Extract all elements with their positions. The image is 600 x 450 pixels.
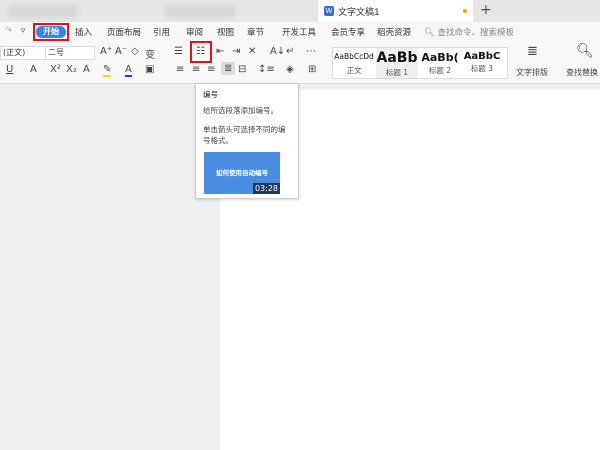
menu-insert[interactable]: 插入	[75, 26, 92, 38]
shading-icon[interactable]: ◈	[286, 64, 294, 75]
ribbon: (正文) 二号 A⁺ A⁻ ◇ 变 U A X² X₂ A ✎ A ▣ ☰ ☷ …	[0, 42, 600, 84]
menu-section[interactable]: 章节	[247, 26, 264, 38]
highlight-icon[interactable]: ✎	[103, 64, 112, 77]
font-size: 二号	[48, 48, 64, 57]
numbering-tooltip: 编号 给所选段落添加编号。 单击箭头可选择不同的编号格式。 如何使用自动编号 0…	[195, 83, 299, 199]
start-label: 开始	[36, 26, 66, 38]
menu-start[interactable]: 开始	[33, 23, 69, 41]
style-label: 正文	[346, 66, 362, 75]
tab-bar: W 文字文稿1 +	[0, 0, 600, 22]
font-color-icon[interactable]: A	[125, 64, 132, 77]
phonetic-icon[interactable]: 变	[145, 46, 155, 61]
superscript-icon[interactable]: X²	[50, 64, 61, 75]
tab-blurred[interactable]	[8, 4, 78, 18]
text-effect-icon[interactable]: A	[83, 64, 90, 75]
tabs-icon[interactable]: ⋯	[306, 46, 316, 57]
distribute-icon[interactable]: ⊟	[238, 64, 246, 75]
menu-bar: ↷ ▿ 插入 页面布局 引用 审阅 视图 章节 开发工具 会员专享 稻壳资源 🔍…	[0, 22, 600, 42]
style-gallery: AaBbCcDd 正文 AaBb 标题 1 AaBb( 标题 2 AaBbC 标题 3	[332, 47, 508, 79]
tooltip-title: 编号	[203, 90, 218, 99]
menu-membership[interactable]: 会员专享	[331, 26, 365, 38]
style-label: 标题 3	[470, 64, 494, 73]
increase-indent-icon[interactable]: ⇥	[232, 46, 240, 57]
menu-developer[interactable]: 开发工具	[282, 26, 316, 38]
writer-icon: W	[324, 6, 334, 16]
menu-review[interactable]: 审阅	[186, 26, 203, 38]
redo-icon[interactable]: ↷	[5, 26, 12, 36]
clear-format-icon[interactable]: ◇	[131, 46, 139, 57]
tab-title: 文字文稿1	[338, 7, 380, 18]
find-icon[interactable]: 🔍︎	[576, 43, 594, 59]
justify-icon[interactable]: ≣	[221, 62, 236, 75]
menu-layout[interactable]: 页面布局	[107, 26, 141, 38]
style-heading2[interactable]: AaBb( 标题 2	[419, 48, 461, 78]
video-title: 如何使用自动编号	[216, 169, 268, 177]
tooltip-desc: 给所选段落添加编号。	[203, 106, 278, 115]
menu-references[interactable]: 引用	[153, 26, 170, 38]
command-search[interactable]: 🔍︎ 查找命令、搜索模板	[424, 26, 514, 38]
text-layout-icon[interactable]: ≣	[527, 44, 538, 59]
align-left-icon[interactable]: ≡	[176, 64, 184, 75]
tab-document[interactable]: W 文字文稿1	[318, 0, 473, 22]
subscript-icon[interactable]: X₂	[66, 64, 77, 75]
chinese-layout-icon[interactable]: ✕	[248, 46, 256, 57]
style-label: 标题 2	[428, 66, 452, 75]
tab-blurred[interactable]	[165, 4, 235, 18]
quick-access-dropdown-icon[interactable]: ▿	[21, 26, 25, 36]
font-grow-icon[interactable]: A⁺	[100, 46, 112, 57]
unsaved-dot-icon	[463, 9, 467, 13]
find-replace-button[interactable]: 查找替换	[566, 67, 598, 78]
tutorial-video[interactable]: 如何使用自动编号 03:28	[204, 152, 280, 194]
numbering-highlight	[190, 41, 212, 63]
style-normal[interactable]: AaBbCcDd 正文	[333, 48, 375, 78]
sort-icon[interactable]: A↓	[270, 46, 285, 57]
style-heading1[interactable]: AaBb 标题 1	[376, 48, 418, 78]
align-center-icon[interactable]: ≡	[192, 64, 200, 75]
show-marks-icon[interactable]: ↵	[286, 46, 294, 57]
new-tab-button[interactable]: +	[480, 2, 492, 18]
style-label: 标题 1	[385, 68, 409, 77]
style-preview: AaBbCcDd	[334, 52, 374, 61]
font-size-select[interactable]: 二号	[45, 46, 95, 60]
font-name: (正文)	[3, 48, 26, 57]
video-duration: 03:28	[252, 183, 280, 194]
tooltip-hint: 单击箭头可选择不同的编号格式。	[203, 125, 286, 145]
menu-view[interactable]: 视图	[217, 26, 234, 38]
menu-docer[interactable]: 稻壳资源	[377, 26, 411, 38]
char-border-icon[interactable]: ▣	[145, 64, 154, 75]
font-shrink-icon[interactable]: A⁻	[115, 46, 127, 57]
borders-icon[interactable]: ⊞	[308, 64, 316, 75]
strikethrough-icon[interactable]: A	[30, 64, 37, 75]
text-layout-button[interactable]: 文字排版	[516, 67, 548, 78]
style-preview: AaBbC	[463, 51, 501, 62]
style-preview: AaBb	[376, 50, 418, 66]
underline-icon[interactable]: U	[6, 64, 13, 75]
decrease-indent-icon[interactable]: ⇤	[216, 46, 224, 57]
align-right-icon[interactable]: ≡	[207, 64, 215, 75]
style-heading3[interactable]: AaBbC 标题 3	[461, 48, 503, 78]
line-spacing-icon[interactable]: ↕≡	[258, 64, 275, 75]
search-placeholder: 查找命令、搜索模板	[437, 28, 515, 38]
bullets-icon[interactable]: ☰	[174, 46, 183, 57]
style-preview: AaBb(	[421, 51, 459, 64]
